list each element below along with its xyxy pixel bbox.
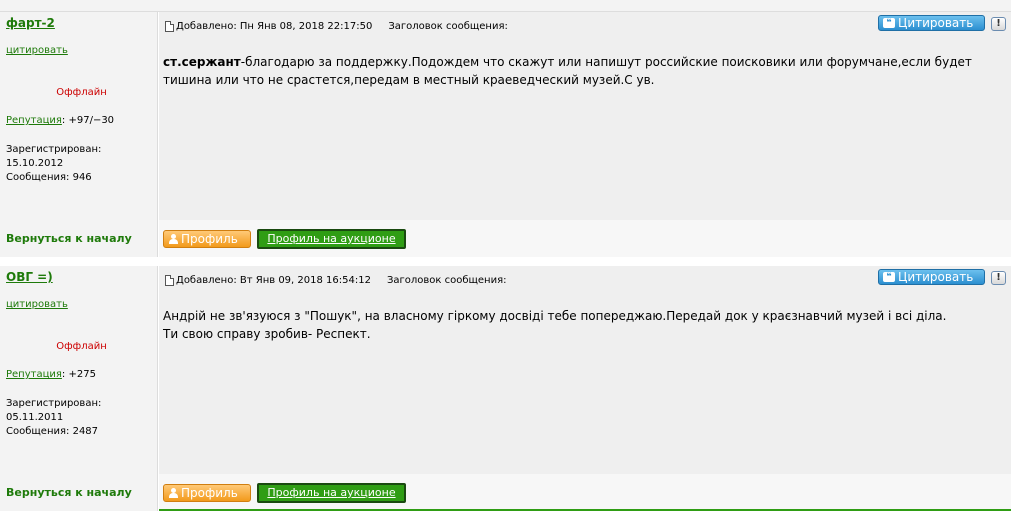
post-footer-left: Вернуться к началу	[0, 474, 158, 511]
subject-label: Заголовок сообщения:	[388, 21, 508, 32]
subject-label: Заголовок сообщения:	[386, 275, 507, 286]
post: ОВГ =) цитировать Оффлайн Репутация: +27…	[0, 266, 1011, 474]
post-footer-right: Профиль Профиль на аукционе	[159, 220, 1011, 257]
message-line: Ти свою справу зробив- Респект.	[163, 327, 371, 341]
message-text: -благодарю за поддержку.Подождем что ска…	[163, 55, 972, 87]
reputation-link[interactable]: Репутация	[6, 115, 62, 126]
profile-button-label: Профиль	[181, 486, 238, 500]
user-icon	[169, 488, 178, 498]
reputation-link[interactable]: Репутация	[6, 369, 62, 380]
online-status: Оффлайн	[56, 87, 107, 98]
quote-link[interactable]: цитировать	[6, 299, 68, 310]
post-body: Добавлено: Пн Янв 08, 2018 22:17:50 Заго…	[159, 12, 1011, 220]
post-list: фарт-2 цитировать Оффлайн Репутация: +97…	[0, 12, 1011, 511]
registered-label: Зарегистрирован:	[6, 144, 102, 155]
messages-stat: Сообщения: 2487	[6, 425, 101, 439]
back-to-top-link[interactable]: Вернуться к началу	[6, 486, 132, 499]
reputation: Репутация: +97/−30	[6, 115, 114, 126]
added-label: Добавлено:	[176, 21, 237, 32]
post-message: ст.сержант-благодарю за поддержку.Подожд…	[163, 53, 993, 89]
message-line: Андрій не зв'язуюся з "Пошук", на власно…	[163, 309, 947, 323]
messages-label: Сообщения:	[6, 172, 70, 183]
messages-count: 2487	[72, 426, 99, 437]
quote-icon: ❝	[883, 272, 895, 282]
cite-button[interactable]: ❝ Цитировать	[878, 269, 985, 285]
author-stats: Зарегистрирован: 05.11.2011 Сообщения: 2…	[6, 397, 101, 439]
post-message: Андрій не зв'язуюся з "Пошук", на власно…	[163, 307, 993, 343]
user-icon	[169, 234, 178, 244]
post-footer-left: Вернуться к началу	[0, 220, 158, 257]
registered-label: Зарегистрирован:	[6, 398, 102, 409]
author-username[interactable]: ОВГ =)	[6, 270, 53, 284]
post-meta: Добавлено: Вт Янв 09, 2018 16:54:12 Заго…	[165, 275, 506, 286]
cite-button[interactable]: ❝ Цитировать	[878, 15, 985, 31]
post-author-panel: фарт-2 цитировать Оффлайн Репутация: +97…	[0, 12, 158, 220]
registered-date: 05.11.2011	[6, 412, 64, 423]
post-author-panel: ОВГ =) цитировать Оффлайн Репутация: +27…	[0, 266, 158, 474]
profile-button-label: Профиль	[181, 232, 238, 246]
cite-button-label: Цитировать	[898, 270, 974, 284]
post-footer: Вернуться к началу Профиль Профиль на ау…	[0, 474, 1011, 511]
auction-profile-button[interactable]: Профиль на аукционе	[257, 483, 406, 503]
added-date: Вт Янв 09, 2018 16:54:12	[239, 275, 371, 286]
cite-button-label: Цитировать	[898, 16, 974, 30]
profile-button[interactable]: Профиль	[163, 230, 251, 248]
post-separator	[0, 257, 1011, 266]
quote-icon: ❝	[883, 18, 895, 28]
messages-stat: Сообщения: 946	[6, 171, 101, 185]
author-username[interactable]: фарт-2	[6, 16, 55, 30]
online-status: Оффлайн	[56, 341, 107, 352]
post-document-icon[interactable]	[165, 275, 174, 286]
registered-date: 15.10.2012	[6, 158, 64, 169]
message-mention: ст.сержант	[163, 55, 241, 69]
reputation: Репутация: +275	[6, 369, 96, 380]
messages-count: 946	[72, 172, 92, 183]
report-button[interactable]: !	[991, 271, 1006, 285]
messages-label: Сообщения:	[6, 426, 70, 437]
reputation-value: : +275	[61, 369, 96, 380]
post-footer-right: Профиль Профиль на аукционе	[159, 474, 1011, 511]
post-body: Добавлено: Вт Янв 09, 2018 16:54:12 Заго…	[159, 266, 1011, 474]
report-button[interactable]: !	[991, 17, 1006, 31]
top-divider	[0, 0, 1011, 12]
post-meta: Добавлено: Пн Янв 08, 2018 22:17:50 Заго…	[165, 21, 508, 32]
author-stats: Зарегистрирован: 15.10.2012 Сообщения: 9…	[6, 143, 101, 185]
quote-link[interactable]: цитировать	[6, 45, 68, 56]
post-document-icon[interactable]	[165, 21, 174, 32]
added-label: Добавлено:	[176, 275, 237, 286]
added-date: Пн Янв 08, 2018 22:17:50	[239, 21, 373, 32]
profile-button[interactable]: Профиль	[163, 484, 251, 502]
post: фарт-2 цитировать Оффлайн Репутация: +97…	[0, 12, 1011, 220]
reputation-value: : +97/−30	[61, 115, 115, 126]
auction-profile-button[interactable]: Профиль на аукционе	[257, 229, 406, 249]
post-footer: Вернуться к началу Профиль Профиль на ау…	[0, 220, 1011, 257]
back-to-top-link[interactable]: Вернуться к началу	[6, 232, 132, 245]
